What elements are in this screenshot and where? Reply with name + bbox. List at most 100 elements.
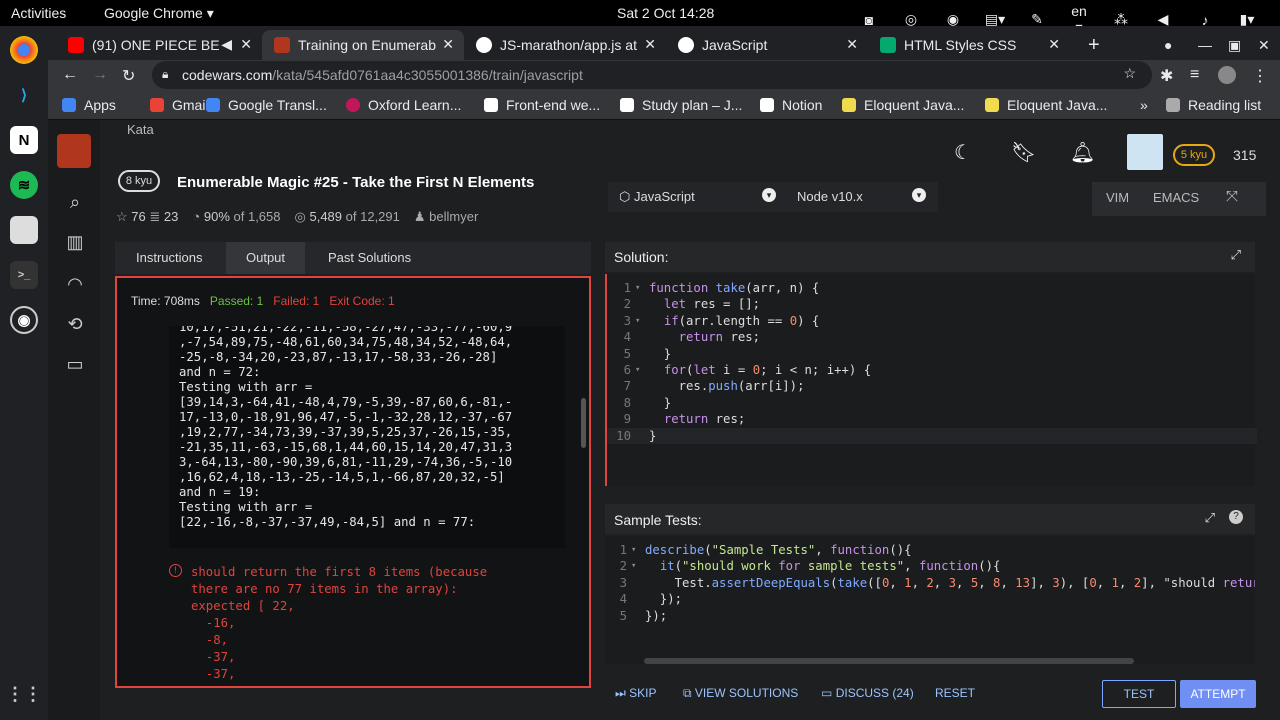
chrome-menu-icon[interactable]: ⋮ <box>1252 66 1268 86</box>
feed-icon[interactable]: ◠ <box>64 274 86 296</box>
activities-button[interactable]: Activities <box>11 5 66 21</box>
console-log[interactable]: 10,17,-51,21,-22,-11,-58,-27,47,-33,-77,… <box>169 326 565 548</box>
show-apps-icon[interactable]: ⋮⋮ <box>6 680 42 708</box>
tests-scrollbar[interactable] <box>644 658 1134 664</box>
code-line[interactable]: 1 ▾ describe("Sample Tests", function(){ <box>605 542 1253 558</box>
code-line[interactable]: 2 ▾ it("should work for sample tests", fu… <box>605 558 1253 574</box>
expand-icon[interactable]: ⤢ <box>1205 510 1215 526</box>
code-line[interactable]: 2 let res = []; <box>607 296 1257 312</box>
user-avatar[interactable] <box>1127 134 1163 170</box>
close-window-button[interactable]: ✕ <box>1250 30 1270 60</box>
tab-output[interactable]: Output <box>226 242 306 274</box>
extensions-icon[interactable]: ✱ <box>1160 66 1173 86</box>
tab-codewars[interactable]: Training on Enumerab ✕ <box>262 30 464 60</box>
clock[interactable]: Sat 2 Oct 14:28 <box>617 5 714 21</box>
dark-mode-icon[interactable]: ☾ <box>954 140 972 165</box>
tab-instructions[interactable]: Instructions <box>136 242 202 274</box>
code-line[interactable]: 3 Test.assertDeepEquals(take([0, 1, 2, 3… <box>605 575 1255 591</box>
bookmark-frontend[interactable]: Front-end we... <box>484 97 600 113</box>
tab-close-icon[interactable]: ✕ <box>846 36 858 53</box>
output-scrollbar[interactable] <box>581 398 586 448</box>
app-menu[interactable]: Google Chrome ▾ <box>104 5 214 22</box>
bookmark-icon[interactable]: 🔖︎ <box>1011 140 1036 165</box>
notifications-icon[interactable]: 🔔︎ <box>1070 140 1095 165</box>
fold-arrow-icon[interactable]: ▾ <box>635 362 640 378</box>
tab-past-solutions[interactable]: Past Solutions <box>328 242 411 274</box>
code-line[interactable]: 5}); <box>605 608 1253 624</box>
media-icon[interactable]: ≡ <box>1190 66 1199 84</box>
bookmark-star-icon[interactable]: ☆ <box>1123 65 1136 82</box>
notion-dock-icon[interactable]: N <box>10 126 38 154</box>
tab-html-styles[interactable]: HTML Styles CSS ✕ <box>868 30 1070 60</box>
code-line[interactable]: 5 } <box>607 346 1257 362</box>
new-tab-button[interactable]: + <box>1080 30 1100 60</box>
tab-close-icon[interactable]: ✕ <box>240 36 252 53</box>
stars-stat[interactable]: ☆ 76 ≣ 23 <box>116 209 178 225</box>
code-line[interactable]: 4 }); <box>605 591 1253 607</box>
author-link[interactable]: ♟ bellmyer <box>414 209 478 225</box>
back-icon[interactable]: ← <box>62 66 78 84</box>
fold-arrow-icon[interactable]: ▾ <box>635 313 640 329</box>
files-dock-icon[interactable] <box>10 216 38 244</box>
code-line[interactable]: 3 ▾ if(arr.length == 0) { <box>607 313 1257 329</box>
discuss-button[interactable]: ▭ DISCUSS (24) <box>821 686 914 700</box>
minimize-button[interactable]: — <box>1190 30 1212 60</box>
view-solutions-button[interactable]: ⧉ VIEW SOLUTIONS <box>683 686 798 701</box>
code-line[interactable]: 10} <box>607 427 1257 444</box>
vim-mode-button[interactable]: VIM <box>1106 190 1129 205</box>
bookmark-study-plan[interactable]: Study plan – J... <box>620 97 742 113</box>
expand-icon[interactable]: ⤢ <box>1231 247 1241 263</box>
language-select[interactable]: ⬡ JavaScript ▾ <box>608 182 788 212</box>
discuss-icon[interactable]: ▭ <box>64 354 86 376</box>
code-line[interactable]: 6 ▾ for(let i = 0; i < n; i++) { <box>607 362 1257 378</box>
vscode-dock-icon[interactable]: ⟩ <box>10 81 38 109</box>
forward-icon[interactable]: → <box>92 66 108 84</box>
bookmark-eloquent-1[interactable]: Eloquent Java... <box>842 97 964 113</box>
practice-icon[interactable]: ⟲ <box>64 314 86 336</box>
fold-arrow-icon[interactable]: ▾ <box>631 542 636 558</box>
code-line[interactable]: 9 return res; <box>607 411 1257 427</box>
help-icon[interactable]: ? <box>1229 510 1243 524</box>
code-line[interactable]: 4 return res; <box>607 329 1257 345</box>
test-button[interactable]: TEST <box>1102 680 1176 708</box>
tab-javascript[interactable]: JavaScript ✕ <box>666 30 868 60</box>
chrome-dock-icon[interactable] <box>10 36 38 64</box>
code-line[interactable]: 7 res.push(arr[i]); <box>607 378 1257 394</box>
tab-close-icon[interactable]: ✕ <box>1048 36 1060 53</box>
section-label[interactable]: Kata <box>127 122 154 137</box>
search-icon[interactable]: ⌕ <box>64 192 86 214</box>
library-icon[interactable]: ▥ <box>64 232 86 254</box>
reset-button[interactable]: RESET <box>935 686 975 700</box>
tab-close-icon[interactable]: ✕ <box>644 36 656 53</box>
bookmark-oxford[interactable]: Oxford Learn... <box>346 97 461 113</box>
more-bookmarks-icon[interactable]: » <box>1140 97 1148 113</box>
spotify-dock-icon[interactable]: ≋ <box>10 171 38 199</box>
fold-arrow-icon[interactable]: ▾ <box>631 558 636 574</box>
reload-icon[interactable]: ↻ <box>122 66 135 86</box>
terminal-dock-icon[interactable]: >_ <box>10 261 38 289</box>
solution-editor[interactable]: 1 ▾ function take(arr, n) {2 let res = [];… <box>605 274 1257 486</box>
maximize-button[interactable]: ▣ <box>1220 30 1241 60</box>
sample-tests-editor[interactable]: 1 ▾ describe("Sample Tests", function(){2 ▾… <box>605 536 1255 664</box>
bookmark-apps[interactable]: Apps <box>62 97 116 113</box>
address-bar[interactable]: 🔒︎ codewars.com/kata/545afd0761aa4c30550… <box>152 61 1152 89</box>
bookmark-notion[interactable]: Notion <box>760 97 822 113</box>
attempt-button[interactable]: ATTEMPT <box>1180 680 1256 708</box>
profile-menu-icon[interactable]: ● <box>1156 30 1172 60</box>
fullscreen-icon[interactable]: ⤧ <box>1226 188 1238 205</box>
runtime-select[interactable]: Node v10.x ▾ <box>788 182 938 212</box>
obs-dock-icon[interactable]: ◉ <box>10 306 38 334</box>
emacs-mode-button[interactable]: EMACS <box>1153 190 1199 205</box>
reading-list[interactable]: Reading list <box>1166 97 1261 113</box>
tab-audio-icon[interactable]: ◀ <box>221 36 232 53</box>
tab-close-icon[interactable]: ✕ <box>442 36 454 53</box>
bookmark-eloquent-2[interactable]: Eloquent Java... <box>985 97 1107 113</box>
avatar[interactable] <box>1218 66 1236 84</box>
tab-onepiece[interactable]: (91) ONE PIECE BE ◀ ✕ <box>56 30 262 60</box>
bookmark-gmail[interactable]: Gmail <box>150 97 209 113</box>
skip-button[interactable]: ⏭ SKIP <box>615 686 657 701</box>
code-line[interactable]: 8 } <box>607 395 1257 411</box>
fold-arrow-icon[interactable]: ▾ <box>635 280 640 296</box>
codewars-logo[interactable] <box>57 134 91 168</box>
tab-github[interactable]: JS-marathon/app.js at ✕ <box>464 30 666 60</box>
